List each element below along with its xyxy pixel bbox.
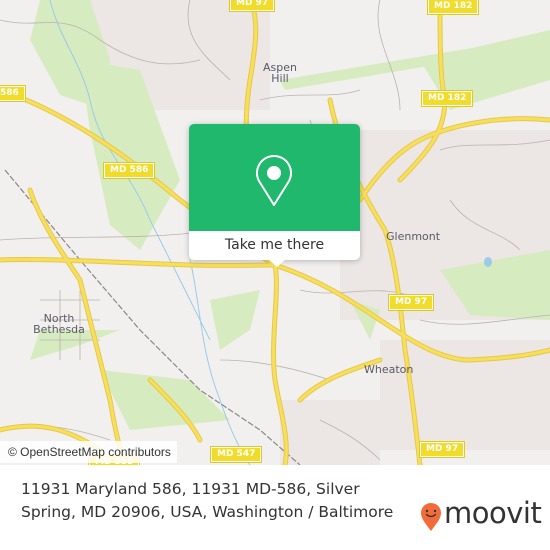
route-shield-md182: MD 182: [426, 0, 480, 15]
pond: [484, 257, 492, 267]
location-popup: Take me there: [189, 124, 360, 267]
map-attribution[interactable]: © OpenStreetMap contributors: [0, 441, 177, 463]
route-shield-md97: MD 97: [418, 441, 466, 458]
address-text: 11931 Maryland 586, 11931 MD-586, Silver…: [21, 480, 394, 521]
place-label-north-bethesda: North Bethesda: [33, 312, 85, 336]
popup-header: [189, 124, 360, 231]
route-shield-586: 586: [0, 85, 26, 102]
place-label-glenmont: Glenmont: [386, 230, 441, 243]
brand-name: moovit: [444, 496, 542, 530]
route-shield-md182: MD 182: [420, 90, 474, 107]
route-shield-md97: MD 97: [387, 294, 435, 311]
land-area: [280, 400, 380, 465]
map-pin-icon: [256, 155, 292, 206]
popup-pointer: [268, 259, 286, 267]
park-area: [210, 290, 260, 350]
place-label-wheaton: Wheaton: [364, 363, 414, 376]
park-area: [100, 370, 230, 430]
route-shield-md586: MD 586: [102, 162, 156, 179]
moovit-pin-icon: [421, 503, 441, 531]
place-label-aspen-hill: Aspen Hill: [263, 61, 297, 85]
route-shield-md547: MD 547: [209, 446, 263, 463]
route-shield-md97: MD 97: [228, 0, 276, 12]
take-me-there-button[interactable]: Take me there: [189, 231, 360, 260]
